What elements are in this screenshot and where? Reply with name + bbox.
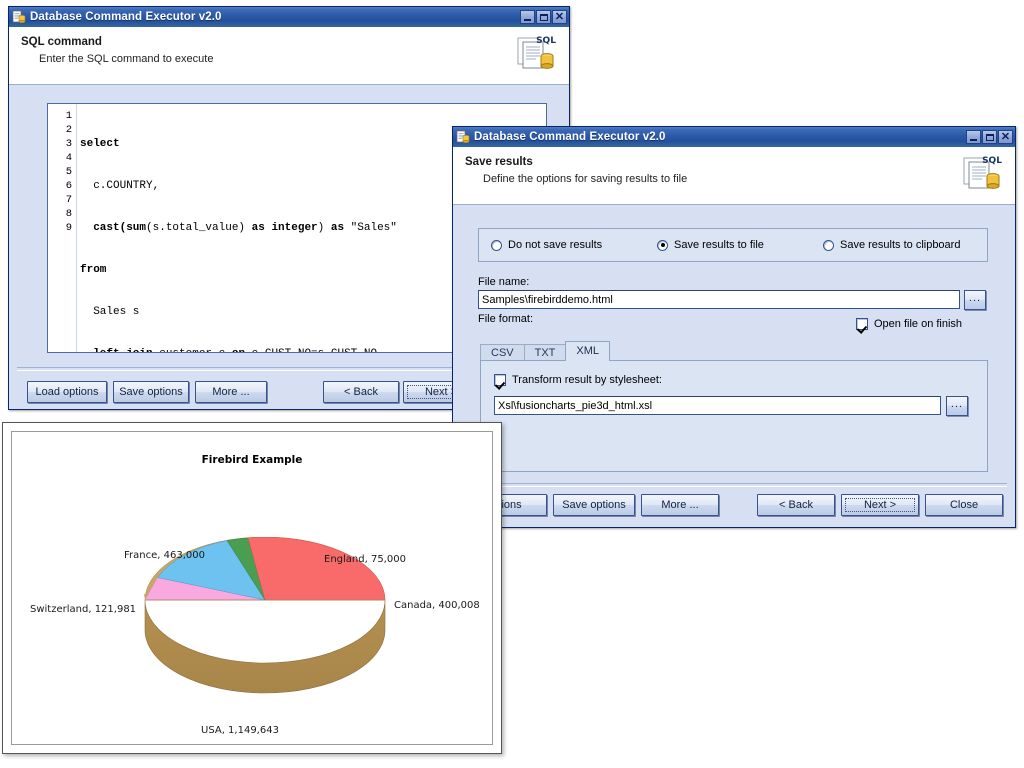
radio-save-to-clipboard[interactable]: Save results to clipboard	[823, 239, 960, 251]
save-options-button[interactable]: Save options	[113, 381, 189, 403]
next-button[interactable]: Next >	[841, 494, 919, 516]
radio-label: Save results to clipboard	[840, 239, 960, 251]
open-file-on-finish-checkbox[interactable]: Open file on finish	[856, 318, 962, 330]
radio-label: Save results to file	[674, 239, 764, 251]
pie-depth-usa	[145, 600, 385, 693]
sql-header-title: SQL command	[21, 36, 559, 48]
save-options-label: Save options	[562, 499, 626, 511]
open-file-on-finish-label: Open file on finish	[874, 318, 962, 330]
file-name-label: File name:	[478, 276, 529, 288]
save-options-label: Save options	[119, 386, 183, 398]
save-header-title: Save results	[465, 156, 1005, 168]
tab-label: XML	[576, 345, 599, 357]
pie-slice-canada	[248, 537, 385, 600]
pie-chart-3d	[130, 537, 400, 737]
back-button[interactable]: < Back	[757, 494, 835, 516]
more-button[interactable]: More ...	[641, 494, 719, 516]
tab-label: CSV	[491, 347, 514, 359]
desktop-root: Database Command Executor v2.0 ✕ SQL com…	[0, 0, 1024, 768]
radio-circle-icon	[657, 240, 668, 251]
line-number: 3	[48, 137, 76, 151]
sql-line-number-gutter: 1 2 3 4 5 6 7 8 9	[48, 104, 77, 352]
stylesheet-path-input[interactable]: Xsl\fusioncharts_pie3d_html.xsl	[494, 396, 941, 415]
line-number: 6	[48, 179, 76, 193]
radio-save-to-file[interactable]: Save results to file	[657, 239, 764, 251]
svg-text:SQL: SQL	[536, 36, 556, 46]
save-window-controls: ✕	[966, 130, 1013, 144]
close-button[interactable]: ✕	[998, 130, 1013, 144]
sql-document-icon: SQL	[961, 153, 1005, 193]
save-button-bar-separator	[461, 483, 1007, 487]
save-results-window: Database Command Executor v2.0 ✕ Save re…	[452, 126, 1016, 528]
save-window-titlebar[interactable]: Database Command Executor v2.0 ✕	[453, 127, 1015, 147]
file-format-tabstrip: CSV TXT XML	[480, 341, 609, 361]
close-button[interactable]: ✕	[552, 10, 567, 24]
pie-label-switzerland: Switzerland, 121,981	[30, 604, 136, 615]
pie-label-england: England, 75,000	[324, 554, 406, 565]
tab-label: TXT	[535, 347, 556, 359]
radio-label: Do not save results	[508, 239, 602, 251]
maximize-button[interactable]	[982, 130, 997, 144]
pie-top-surface	[144, 537, 385, 600]
tab-txt[interactable]: TXT	[524, 344, 567, 361]
database-document-icon	[12, 10, 26, 24]
sql-window-titlebar[interactable]: Database Command Executor v2.0 ✕	[9, 7, 569, 27]
close-wizard-button[interactable]: Close	[925, 494, 1003, 516]
save-header-subtitle: Define the options for saving results to…	[483, 173, 1005, 185]
close-label: Close	[950, 499, 978, 511]
line-number: 8	[48, 207, 76, 221]
svg-text:SQL: SQL	[982, 156, 1002, 166]
radio-circle-icon	[823, 240, 834, 251]
chart-title: Firebird Example	[12, 454, 492, 466]
file-format-label: File format:	[478, 313, 533, 325]
load-options-label: Load options	[36, 386, 99, 398]
transform-stylesheet-label: Transform result by stylesheet:	[512, 374, 662, 386]
chart-canvas: Firebird Example	[11, 431, 493, 745]
line-number: 7	[48, 193, 76, 207]
file-name-input[interactable]: Samples\firebirddemo.html	[478, 290, 960, 309]
tab-csv[interactable]: CSV	[480, 344, 525, 361]
browse-label: ...	[969, 292, 981, 304]
sql-document-icon: SQL	[515, 33, 559, 73]
sql-wizard-header: SQL command Enter the SQL command to exe…	[9, 27, 569, 85]
pie-label-canada: Canada, 400,008	[394, 600, 480, 611]
stylesheet-browse-button[interactable]: ...	[946, 396, 968, 416]
tab-xml[interactable]: XML	[565, 341, 610, 361]
line-number: 4	[48, 151, 76, 165]
back-label: < Back	[344, 386, 378, 398]
line-number: 2	[48, 123, 76, 137]
more-label: More ...	[212, 386, 249, 398]
save-mode-groupbox: Do not save results Save results to file…	[478, 228, 988, 262]
sql-window-controls: ✕	[520, 10, 567, 24]
load-options-button[interactable]: Load options	[27, 381, 107, 403]
browse-label: ...	[951, 398, 963, 410]
sql-window-title: Database Command Executor v2.0	[30, 11, 222, 23]
line-number: 5	[48, 165, 76, 179]
minimize-button[interactable]	[520, 10, 535, 24]
more-button[interactable]: More ...	[195, 381, 267, 403]
radio-circle-icon	[491, 240, 502, 251]
next-label: Next >	[864, 499, 896, 511]
minimize-button[interactable]	[966, 130, 981, 144]
line-number: 1	[48, 109, 76, 123]
file-name-browse-button[interactable]: ...	[964, 290, 986, 310]
xml-tab-panel: Transform result by stylesheet: Xsl\fusi…	[480, 360, 988, 472]
maximize-button[interactable]	[536, 10, 551, 24]
more-label: More ...	[661, 499, 698, 511]
chart-result-window: Firebird Example	[2, 422, 502, 754]
radio-do-not-save[interactable]: Do not save results	[491, 239, 602, 251]
line-number: 9	[48, 221, 76, 235]
checkbox-icon	[494, 374, 506, 386]
checkbox-icon	[856, 318, 868, 330]
transform-stylesheet-checkbox[interactable]: Transform result by stylesheet:	[494, 374, 662, 386]
pie-label-usa: USA, 1,149,643	[201, 725, 279, 736]
back-label: < Back	[779, 499, 813, 511]
sql-header-subtitle: Enter the SQL command to execute	[39, 53, 559, 65]
save-options-button[interactable]: Save options	[553, 494, 635, 516]
save-window-title: Database Command Executor v2.0	[474, 131, 666, 143]
pie-label-france: France, 463,000	[124, 550, 205, 561]
save-wizard-header: Save results Define the options for savi…	[453, 147, 1015, 205]
back-button[interactable]: < Back	[323, 381, 399, 403]
database-document-icon	[456, 130, 470, 144]
